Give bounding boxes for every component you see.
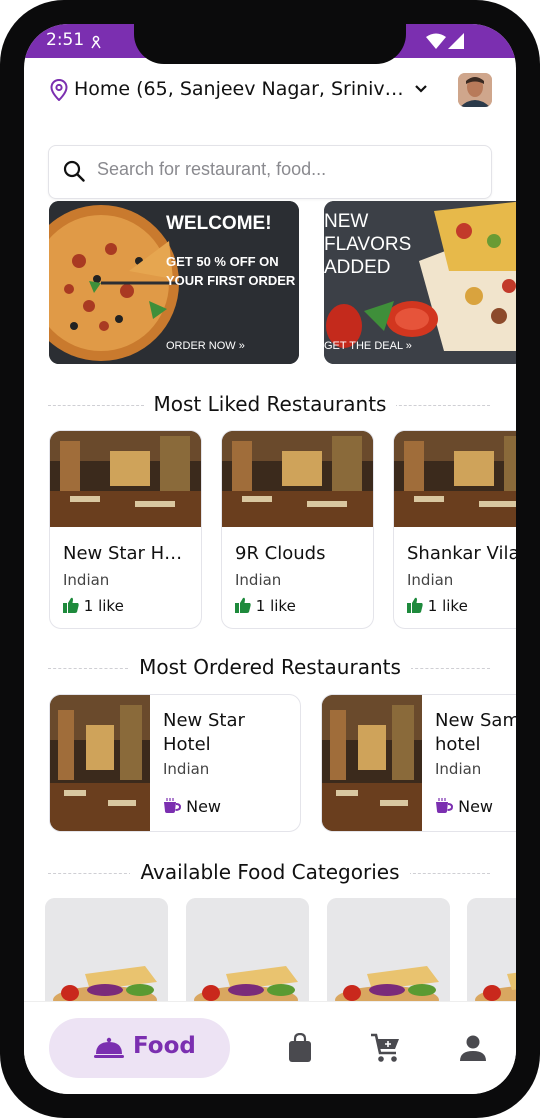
new-badge: New: [435, 797, 493, 816]
thumbs-up-icon: [407, 597, 423, 613]
wifi-icon: [426, 33, 446, 49]
nav-food-label: Food: [133, 1033, 196, 1059]
nearby-icon: [91, 35, 101, 49]
restaurant-name: 9R Clouds: [235, 543, 326, 564]
delivery-location[interactable]: Home (65, Sanjeev Nagar, Srinivasa Nagar…: [74, 78, 404, 100]
banner2-title-line1: NEW: [324, 211, 369, 232]
ordered-restaurant-card[interactable]: New Sam hotel Indian New: [321, 694, 516, 832]
like-count-text: 1 like: [255, 597, 296, 615]
profile-icon[interactable]: [460, 1035, 486, 1061]
sandwich-image: [45, 898, 168, 1008]
top-header: Home (65, Sanjeev Nagar, Srinivasa Nagar…: [24, 58, 516, 208]
restaurant-name: New Star Hotel: [63, 543, 193, 564]
avatar-photo: [458, 73, 492, 107]
search-bar[interactable]: [48, 145, 492, 199]
divider: [48, 873, 132, 874]
signal-icon: [448, 33, 464, 49]
app-screen: 2:51 Home (65, Sanjeev Nagar, Srinivasa …: [24, 24, 516, 1094]
banner-title: WELCOME!: [166, 213, 272, 234]
ordered-restaurant-card[interactable]: New Star Hotel Indian New: [49, 694, 301, 832]
like-count: 1 like: [235, 597, 296, 615]
user-avatar[interactable]: [458, 73, 492, 107]
restaurant-name-line1: New Sam: [435, 710, 516, 731]
bottom-navigation: Food: [24, 1001, 516, 1094]
divider: [394, 405, 490, 406]
food-category-card[interactable]: [467, 898, 516, 1008]
like-count-text: 1 like: [83, 597, 124, 615]
status-time: 2:51: [46, 30, 85, 50]
restaurant-cuisine: Indian: [163, 760, 210, 778]
nav-food-tab[interactable]: Food: [49, 1018, 230, 1078]
cart-icon[interactable]: [370, 1033, 400, 1063]
restaurant-image: [394, 431, 516, 527]
restaurant-name: Shankar Vilas: [407, 543, 516, 564]
divider: [410, 668, 490, 669]
restaurant-name-line2: Hotel: [163, 734, 211, 755]
divider: [48, 668, 128, 669]
restaurant-image: [322, 695, 422, 831]
banner-subtitle-line1: GET 50 % OFF ON: [166, 254, 279, 269]
chevron-down-icon[interactable]: [414, 84, 428, 94]
coffee-cup-icon: [164, 798, 182, 813]
shopping-bag-icon[interactable]: [288, 1033, 312, 1063]
like-count-text: 1 like: [427, 597, 468, 615]
search-input[interactable]: [95, 158, 479, 181]
food-category-card[interactable]: [186, 898, 309, 1008]
divider: [48, 405, 144, 406]
restaurant-cuisine: Indian: [235, 571, 282, 589]
categories-heading: Available Food Categories: [24, 860, 516, 884]
new-badge-text: New: [186, 797, 221, 816]
restaurant-image: [50, 431, 201, 527]
like-count: 1 like: [407, 597, 468, 615]
divider: [408, 873, 490, 874]
get-deal-link[interactable]: GET THE DEAL »: [324, 340, 412, 352]
food-category-card[interactable]: [327, 898, 450, 1008]
thumbs-up-icon: [63, 597, 79, 613]
section-title: Most Ordered Restaurants: [129, 655, 411, 679]
status-bar: 2:51: [24, 24, 516, 64]
sandwich-image: [327, 898, 450, 1008]
restaurant-cuisine: Indian: [63, 571, 110, 589]
new-badge: New: [163, 797, 221, 816]
search-icon: [63, 160, 85, 182]
location-pin-icon: [50, 79, 68, 101]
most-ordered-heading: Most Ordered Restaurants: [24, 655, 516, 679]
banner2-title-line2: FLAVORS: [324, 234, 412, 255]
section-title: Most Liked Restaurants: [143, 392, 397, 416]
restaurant-cuisine: Indian: [435, 760, 482, 778]
restaurant-cuisine: Indian: [407, 571, 454, 589]
banner-subtitle-line2: YOUR FIRST ORDER: [166, 273, 296, 288]
banner2-title-line3: ADDED: [324, 257, 391, 278]
cloche-icon: [94, 1037, 124, 1058]
restaurant-name: New Star Hotel: [163, 709, 293, 757]
restaurant-image: [50, 695, 150, 831]
food-category-card[interactable]: [45, 898, 168, 1008]
thumbs-up-icon: [235, 597, 251, 613]
sandwich-image: [467, 898, 516, 1008]
coffee-cup-icon: [436, 798, 454, 813]
liked-restaurant-card[interactable]: New Star Hotel Indian 1 like: [49, 430, 202, 629]
like-count: 1 like: [63, 597, 124, 615]
restaurant-name-line1: New Star: [163, 710, 245, 731]
most-liked-heading: Most Liked Restaurants: [24, 392, 516, 416]
restaurant-name-line2: hotel: [435, 734, 481, 755]
restaurant-name: New Sam hotel: [435, 709, 516, 757]
welcome-banner[interactable]: WELCOME! GET 50 % OFF ON YOUR FIRST ORDE…: [49, 201, 299, 364]
new-flavors-banner[interactable]: NEW FLAVORS ADDED GET THE DEAL »: [324, 201, 516, 364]
new-badge-text: New: [458, 797, 493, 816]
liked-restaurant-card[interactable]: 9R Clouds Indian 1 like: [221, 430, 374, 629]
section-title: Available Food Categories: [130, 860, 410, 884]
sandwich-image: [186, 898, 309, 1008]
restaurant-image: [222, 431, 373, 527]
order-now-link[interactable]: ORDER NOW »: [166, 340, 245, 352]
phone-frame: 2:51 Home (65, Sanjeev Nagar, Srinivasa …: [0, 0, 540, 1118]
liked-restaurant-card[interactable]: Shankar Vilas Indian 1 like: [393, 430, 516, 629]
